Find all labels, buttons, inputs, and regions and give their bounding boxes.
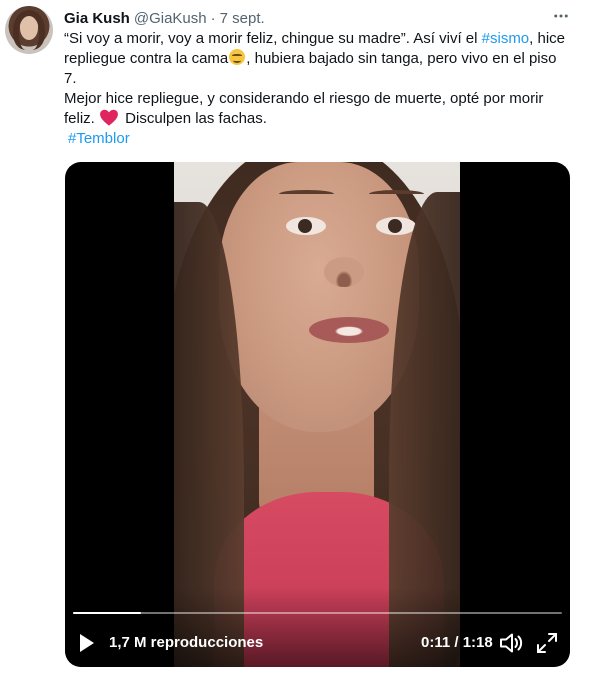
text-span: Disculpen las fachas. (121, 110, 267, 127)
text-span: , hubiera bajado sin tanga, pero vivo en… (246, 50, 557, 67)
text-span: repliegue contra la cama (64, 50, 229, 67)
tweet-text-line: 7. (64, 70, 77, 87)
hashtag-temblor[interactable]: #Temblor (68, 130, 130, 147)
tweet-text: “Si voy a morir, voy a morir feliz, chin… (64, 29, 574, 149)
text-span: , hice (529, 30, 566, 47)
tweet-date[interactable]: 7 sept. (220, 10, 265, 27)
video-time: 0:11 / 1:18 (421, 634, 493, 651)
red-heart-emoji-icon (100, 109, 118, 126)
author-name[interactable]: Gia Kush (64, 10, 130, 27)
tweet-text-line: feliz. Disculpen las fachas. (64, 109, 574, 129)
play-button[interactable] (77, 632, 97, 654)
volume-button[interactable] (499, 632, 523, 654)
video-progress-fill (73, 612, 142, 614)
more-options-button[interactable] (551, 6, 571, 26)
video-player[interactable]: 1,7 M reproducciones 0:11 / 1:18 (65, 162, 570, 667)
tweet-text-line: repliegue contra la cama , hubiera bajado… (64, 49, 574, 69)
video-progress-bar[interactable] (73, 612, 562, 614)
more-dots-icon (554, 14, 568, 18)
tweet-text-line: “Si voy a morir, voy a morir feliz, chin… (64, 29, 574, 49)
text-span: feliz. (64, 110, 100, 127)
volume-icon (500, 633, 523, 653)
controls-overlay (65, 587, 570, 667)
avatar[interactable] (5, 6, 53, 54)
author-handle[interactable]: @GiaKush (134, 10, 207, 27)
tweet-text-line: Mejor hice repliegue, y considerando el … (64, 90, 544, 107)
view-count: 1,7 M reproducciones (109, 634, 264, 651)
relieved-face-emoji-icon (229, 49, 246, 65)
tweet-text-line: #Temblor (68, 129, 574, 149)
separator-dot: · (210, 9, 216, 27)
fullscreen-icon (537, 633, 557, 653)
tweet[interactable]: Gia Kush @GiaKush · 7 sept. “Si voy a mo… (0, 0, 589, 677)
fullscreen-button[interactable] (535, 631, 559, 655)
hashtag-sismo[interactable]: #sismo (482, 30, 530, 47)
play-icon (80, 634, 94, 652)
text-span: “Si voy a morir, voy a morir feliz, chin… (64, 30, 482, 47)
tweet-header: Gia Kush @GiaKush · 7 sept. (64, 8, 265, 28)
